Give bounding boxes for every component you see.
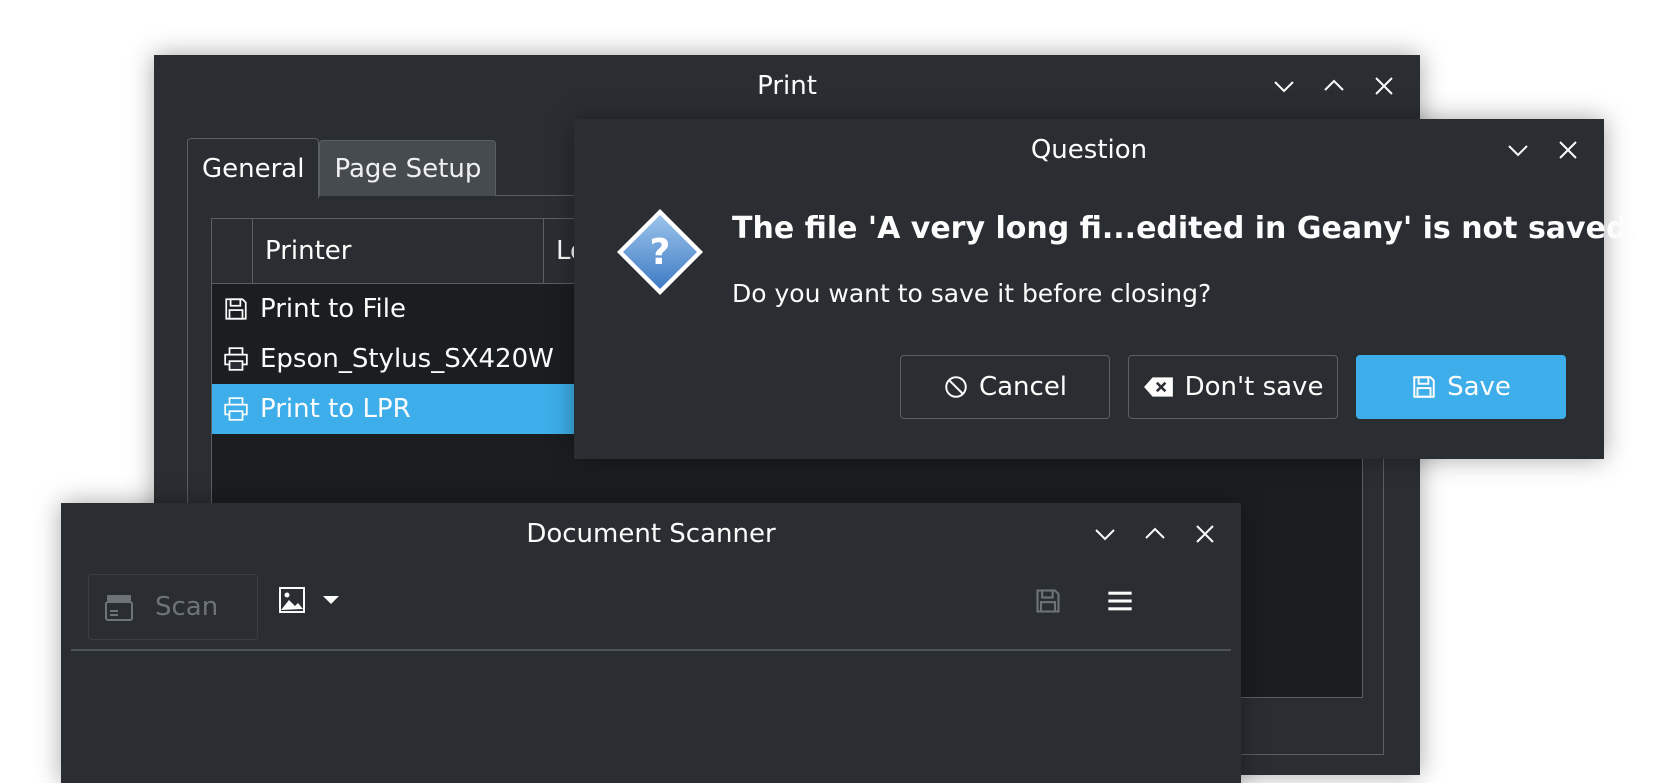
cancel-icon — [945, 376, 967, 398]
chevron-up-icon — [1145, 527, 1165, 539]
minimize-button[interactable] — [1091, 520, 1119, 548]
cancel-button[interactable]: Cancel — [900, 355, 1110, 419]
printer-icon — [212, 346, 260, 372]
document-scanner-window: Document Scanner Scan — [61, 503, 1241, 783]
tab-page-setup[interactable]: Page Setup — [319, 140, 497, 196]
scan-label: Scan — [155, 592, 219, 622]
tab-general[interactable]: General — [187, 138, 320, 198]
scanner-titlebar[interactable]: Document Scanner — [61, 503, 1241, 565]
scanner-icon — [105, 595, 133, 621]
save-label: Save — [1447, 372, 1511, 402]
question-titlebar[interactable]: Question — [574, 119, 1604, 181]
dont-save-button[interactable]: Don't save — [1128, 355, 1338, 419]
print-window-title: Print — [757, 71, 817, 101]
chevron-down-icon — [1095, 529, 1115, 541]
printer-name: Epson_Stylus_SX420W — [260, 344, 554, 374]
maximize-button[interactable] — [1320, 72, 1348, 100]
chevron-down-icon — [1508, 145, 1528, 157]
question-dialog-title: Question — [1030, 135, 1148, 165]
menu-button[interactable] — [1106, 587, 1134, 619]
print-titlebar[interactable]: Print — [154, 55, 1420, 117]
minimize-button[interactable] — [1270, 72, 1298, 100]
save-button[interactable]: Save — [1356, 355, 1566, 419]
column-header-printer[interactable]: Printer — [253, 219, 544, 283]
save-icon — [212, 296, 260, 322]
scanner-window-title: Document Scanner — [526, 519, 776, 549]
image-mode-dropdown[interactable] — [277, 585, 341, 615]
question-dialog: Question ? The file 'A very long fi...ed… — [574, 119, 1639, 459]
printer-name: Print to LPR — [260, 394, 411, 424]
delete-backspace-icon — [1143, 377, 1173, 397]
close-button[interactable] — [1191, 520, 1219, 548]
dialog-heading: The file 'A very long fi...edited in Gea… — [732, 211, 1639, 246]
image-icon — [279, 587, 305, 613]
save-icon — [1413, 376, 1435, 398]
close-icon — [1375, 77, 1393, 95]
header-icon-column — [212, 219, 253, 283]
close-icon — [1559, 141, 1577, 159]
minimize-button[interactable] — [1504, 136, 1532, 164]
dialog-message: Do you want to save it before closing? — [732, 279, 1212, 308]
question-icon: ? — [617, 209, 703, 295]
maximize-button[interactable] — [1141, 520, 1169, 548]
toolbar-separator — [71, 649, 1231, 651]
printer-name: Print to File — [260, 294, 406, 324]
scanner-toolbar: Scan — [61, 565, 1241, 649]
svg-text:?: ? — [650, 232, 671, 273]
dropdown-arrow-icon — [323, 596, 339, 604]
chevron-down-icon — [1274, 81, 1294, 93]
dialog-buttons: Cancel Don't save Save — [900, 355, 1566, 419]
chevron-up-icon — [1324, 79, 1344, 91]
cancel-label: Cancel — [978, 372, 1068, 402]
dont-save-label: Don't save — [1184, 372, 1324, 402]
scan-button[interactable]: Scan — [88, 574, 258, 640]
close-button[interactable] — [1370, 72, 1398, 100]
printer-icon — [212, 396, 260, 422]
hamburger-menu-icon — [1108, 591, 1132, 611]
save-icon — [1036, 589, 1060, 613]
save-scan-button[interactable] — [1034, 587, 1062, 619]
print-tabs: General Page Setup — [187, 138, 497, 198]
close-icon — [1196, 525, 1214, 543]
close-button[interactable] — [1554, 136, 1582, 164]
